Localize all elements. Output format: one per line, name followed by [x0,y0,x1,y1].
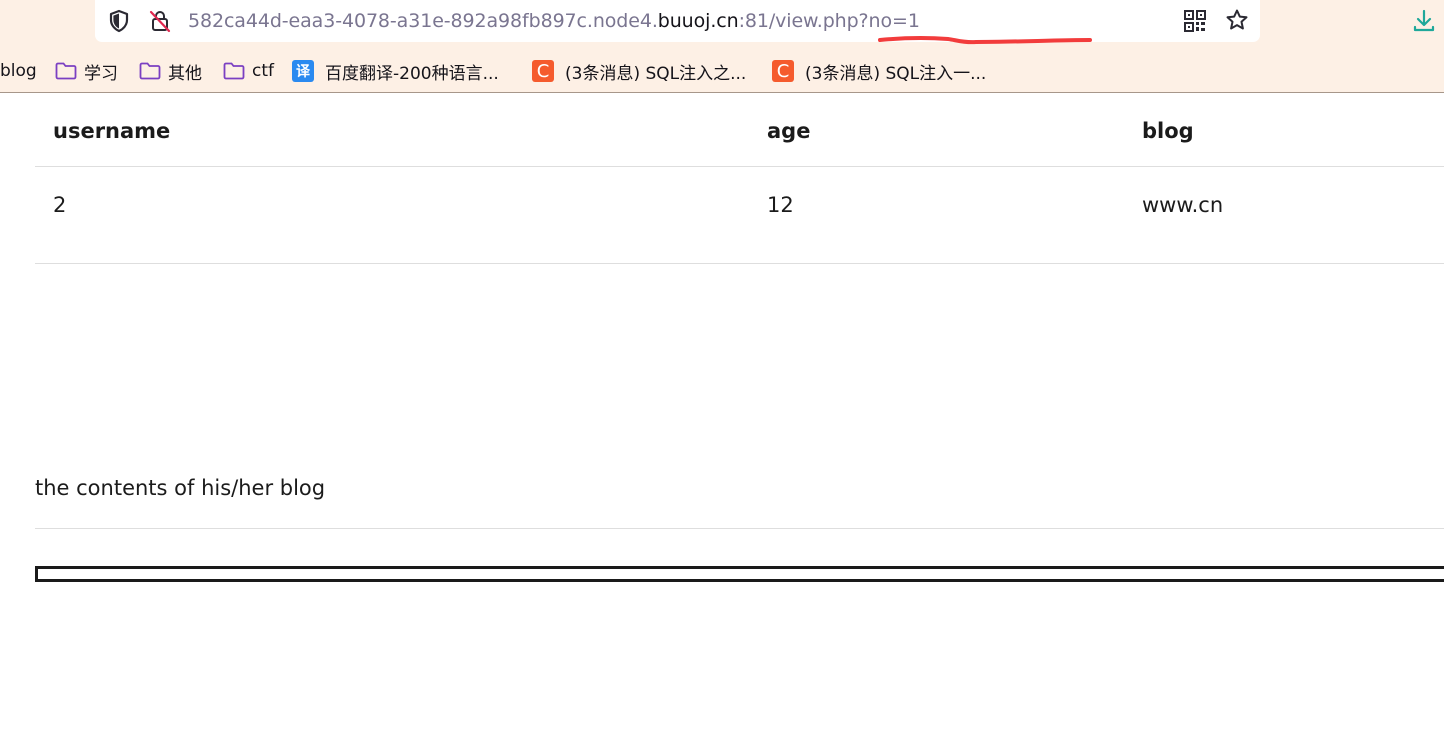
url-path: :81/view.php?no=1 [738,10,920,32]
red-annotation-underline [878,35,1092,45]
qr-code-icon[interactable] [1184,10,1206,32]
url-domain: buuoj.cn [657,10,739,32]
divider [35,528,1444,529]
column-header-blog: blog [1142,119,1194,143]
url-subdomain: 582ca44d-eaa3-4078-a31e-892a98fb897c.nod… [188,10,658,32]
bookmark-label: 百度翻译-200种语言... [325,63,499,84]
bookmark-csdn-sql-2[interactable]: C (3条消息) SQL注入一... [772,57,986,85]
url-text[interactable]: 582ca44d-eaa3-4078-a31e-892a98fb897c.nod… [188,8,920,34]
bookmark-csdn-sql-1[interactable]: C (3条消息) SQL注入之... [532,57,746,85]
column-header-username: username [53,119,171,143]
cell-age: 12 [767,193,794,217]
cell-blog: www.cn [1142,193,1224,217]
bookmark-folder-study[interactable]: 学习 [55,57,118,85]
blog-contents-heading: the contents of his/her blog [35,476,326,500]
download-icon[interactable] [1412,8,1436,34]
folder-icon [223,62,245,80]
blog-content-iframe[interactable] [35,566,1444,582]
bookmark-label: 其他 [168,63,202,84]
translate-icon: 译 [292,60,314,82]
tracking-protection-shield-icon[interactable] [108,9,130,33]
bookmark-folder-other[interactable]: 其他 [139,57,202,85]
bookmark-label: (3条消息) SQL注入之... [565,63,747,84]
bookmark-label: blog [0,61,37,81]
browser-toolbar: 582ca44d-eaa3-4078-a31e-892a98fb897c.nod… [0,0,1444,93]
column-header-age: age [767,119,811,143]
table-row: 2 12 www.cn [35,167,1444,264]
bookmark-label: (3条消息) SQL注入一... [805,63,987,84]
table-header-row: username age blog [35,92,1444,167]
bookmark-star-icon[interactable] [1225,8,1249,32]
bookmark-baidu-translate[interactable]: 译 百度翻译-200种语言... [292,57,499,85]
bookmark-label: ctf [252,61,274,81]
insecure-lock-icon[interactable] [148,9,172,33]
cell-username: 2 [53,193,67,217]
bookmarks-toolbar: blog 学习 其他 ctf 译 百度翻译-200种语言... C (3条消息)… [0,57,1444,85]
bookmark-label: 学习 [84,63,118,84]
bookmark-blog[interactable]: blog [0,57,37,85]
folder-icon [55,62,77,80]
csdn-icon: C [772,60,794,82]
bookmark-folder-ctf[interactable]: ctf [223,57,274,85]
csdn-icon: C [532,60,554,82]
folder-icon [139,62,161,80]
